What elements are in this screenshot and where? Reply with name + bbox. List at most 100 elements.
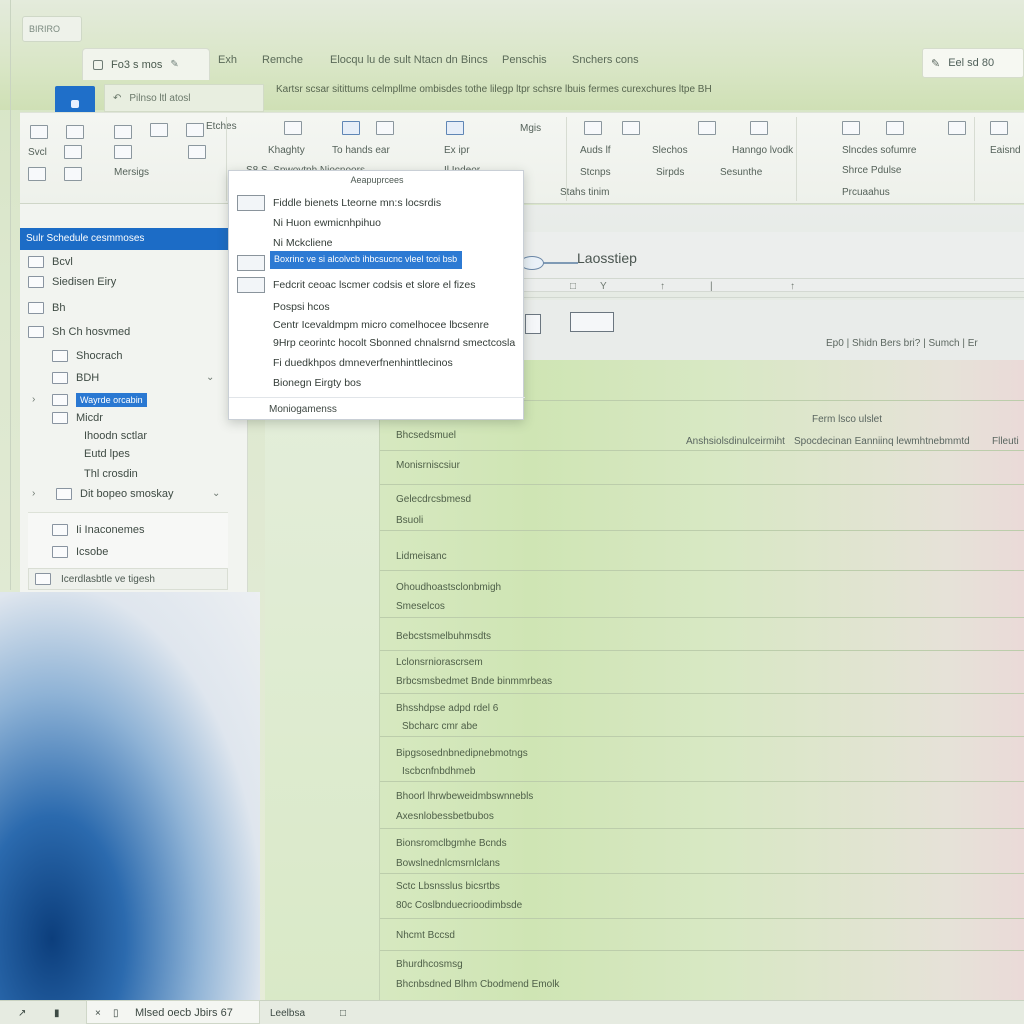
outline-icon[interactable] xyxy=(750,121,768,135)
ribbon-label-eaisnd[interactable]: Eaisnd bo xyxy=(990,145,1024,156)
ribbon-label-slncdes[interactable]: Slncdes sofumre xyxy=(842,145,916,156)
list-item[interactable]: Bsuoli xyxy=(396,515,423,526)
menu-item[interactable]: Ni Huon ewmicnhpihuo xyxy=(237,213,517,233)
ribbon-label-sesunthe[interactable]: Sesunthe xyxy=(720,167,762,178)
format-icon[interactable] xyxy=(30,125,48,139)
nav-item[interactable]: Ii Inaconemes xyxy=(52,520,144,540)
list-item[interactable]: Smeselcos xyxy=(396,601,445,612)
sub-menu-row[interactable]: Kartsr scsar sitittums celmpllme ombisde… xyxy=(276,84,1024,104)
list-icon[interactable] xyxy=(584,121,602,135)
taskbar-secondary[interactable]: Leelbsa xyxy=(270,1005,305,1021)
chevron-right-icon[interactable]: › xyxy=(32,488,35,499)
nav-item[interactable]: Bcvl xyxy=(28,252,73,272)
box-icon[interactable] xyxy=(698,121,716,135)
ribbon-label-mersigs[interactable]: Mersigs xyxy=(114,167,149,178)
list-item[interactable]: Gelecdrcsbmesd xyxy=(396,494,471,505)
panel-icon[interactable] xyxy=(446,121,464,135)
menu-item[interactable]: Bionegn Eirgty bos xyxy=(237,373,517,393)
nav-item[interactable]: Bh xyxy=(28,298,65,318)
list-item[interactable]: Sbcharc cmr abe xyxy=(402,721,478,732)
start-icon[interactable]: ↗ xyxy=(18,1005,26,1021)
table-icon[interactable] xyxy=(66,125,84,139)
page-icon[interactable] xyxy=(525,314,541,334)
pen-icon[interactable] xyxy=(284,121,302,135)
ribbon-label-sirpds[interactable]: Sirpds xyxy=(656,167,684,178)
list-item[interactable]: Nhcmt Bccsd xyxy=(396,930,455,941)
list-item[interactable]: Bhcnbsdned Blhm Cbodmend Emolk xyxy=(396,979,559,990)
menu-item[interactable]: Ni Mckcliene xyxy=(237,233,517,253)
menu-item[interactable]: Fedcrit ceoac lscmer codsis et slore el … xyxy=(237,275,517,295)
grid-icon[interactable] xyxy=(114,125,132,139)
image-icon[interactable] xyxy=(948,121,966,135)
move-icon[interactable] xyxy=(64,145,82,159)
menu-item-4[interactable]: Snchers cons xyxy=(572,54,639,70)
window-icon[interactable] xyxy=(342,121,360,135)
columns-icon[interactable] xyxy=(188,145,206,159)
ribbon-label-hanngo[interactable]: Hanngo lvodk xyxy=(732,145,793,156)
ribbon-label-khaghty[interactable]: Khaghty xyxy=(268,145,305,156)
chevron-right-icon[interactable]: › xyxy=(32,394,35,405)
find-icon[interactable] xyxy=(990,121,1008,135)
menu-item-1[interactable]: Remche xyxy=(262,54,303,70)
list-item[interactable]: Bhcsedsmuel xyxy=(396,430,456,441)
list-item[interactable]: Bionsromclbgmhe Bcnds xyxy=(396,838,507,849)
layout-icon[interactable] xyxy=(186,123,204,137)
taskbar-active-app[interactable]: × ▯ Mlsed oecb Jbirs 67 xyxy=(86,1000,260,1024)
ribbon-label-stcnps[interactable]: Stcnps xyxy=(580,167,611,178)
menu-item[interactable]: Centr Icevaldmpm micro comelhocee lbcsen… xyxy=(237,315,517,335)
app-badge[interactable]: BIRIRO xyxy=(22,16,82,42)
column-header[interactable]: Anshsiolsdinulceirmiht xyxy=(686,436,785,447)
picture-icon[interactable] xyxy=(886,121,904,135)
list-item[interactable]: 80c Coslbnduecrioodimbsde xyxy=(396,900,522,911)
column-header[interactable]: Ferm lsco ulslet xyxy=(812,414,882,425)
list-item[interactable]: Monisrniscsiur xyxy=(396,460,460,471)
column-header[interactable]: Flleuti xyxy=(992,436,1019,447)
list-item[interactable]: Bhoorl lhrwbeweidmbswnnebls xyxy=(396,791,533,802)
chevron-down-icon[interactable]: ⌄ xyxy=(212,488,220,499)
list-item[interactable]: Bowslnednlcmsrnlclans xyxy=(396,858,500,869)
navigation-header[interactable]: Sulr Schedule cesmmoses xyxy=(20,228,228,250)
menu-item[interactable]: Fi duedkhpos dmneverfnenhinttlecinos xyxy=(237,353,517,373)
list-item[interactable]: Ohoudhoastsclonbmigh xyxy=(396,582,501,593)
quick-access-strip[interactable]: ↶ Pilnso ltl atosl xyxy=(104,84,264,112)
ribbon-label-exipr[interactable]: Ex ipr xyxy=(444,145,470,156)
copy-icon[interactable] xyxy=(64,167,82,181)
nav-item[interactable]: Thl crosdin xyxy=(84,464,138,484)
list-item[interactable]: Lclonsrniorascrsem xyxy=(396,657,483,668)
navigation-footer[interactable]: Icerdlasbtle ve tigesh xyxy=(28,568,228,590)
menu-item[interactable]: Pospsi hcos xyxy=(237,297,517,317)
column-header[interactable]: Spocdecinan Eanniinq lewmhtnebmmtd xyxy=(794,436,970,447)
nav-item[interactable]: Sh Ch hosvmed xyxy=(28,322,130,342)
nav-item[interactable]: Shocrach xyxy=(52,346,122,366)
menu-item[interactable]: 9Hrp ceorintc hocolt Sbonned chnalsrnd s… xyxy=(237,333,517,353)
ribbon-label-prcuaahus[interactable]: Prcuaahus xyxy=(842,187,890,198)
list-item[interactable]: Iscbcnfnbdhmeb xyxy=(402,766,475,777)
list-item[interactable]: Brbcsmsbedmet Bnde binmmrbeas xyxy=(396,676,552,687)
task-view-icon[interactable]: ▮ xyxy=(54,1005,60,1021)
taskbar-app-icon[interactable]: □ xyxy=(340,1005,346,1021)
chart-icon[interactable] xyxy=(622,121,640,135)
menu-item-2[interactable]: Elocqu lu de sult Ntacn dn Bincs xyxy=(330,54,488,70)
list-item[interactable]: Bipgsosednbnedipnebmotngs xyxy=(396,748,528,759)
paste-icon[interactable] xyxy=(28,167,46,181)
sheet-icon[interactable] xyxy=(150,123,168,137)
ribbon-label-mgis[interactable]: Mgis xyxy=(520,123,541,134)
account-box[interactable]: ✎ Eel sd 80 xyxy=(922,48,1024,78)
frame-icon[interactable] xyxy=(376,121,394,135)
ribbon-label-svcl[interactable]: Svcl xyxy=(28,147,47,158)
nav-item[interactable]: Siedisen Eiry xyxy=(28,272,116,292)
dropdown-footer[interactable]: Moniogamenss xyxy=(229,397,525,421)
list-item[interactable]: Lidmeisanc xyxy=(396,551,447,562)
list-item[interactable]: Bhurdhcosmsg xyxy=(396,959,463,970)
ribbon-label-hands[interactable]: To hands ear xyxy=(332,145,390,156)
list-item[interactable]: Axesnlobessbetbubos xyxy=(396,811,494,822)
chevron-down-icon[interactable]: ⌄ xyxy=(206,372,214,383)
tab-document-2[interactable]: Exh xyxy=(218,54,237,70)
nav-item[interactable]: Eutd lpes xyxy=(84,444,130,464)
calendar-icon[interactable] xyxy=(842,121,860,135)
pages-icon[interactable] xyxy=(570,312,614,332)
nav-item[interactable]: Ihoodn sctlar xyxy=(84,426,147,446)
menu-item[interactable]: Fiddle bienets Lteorne mn:s locsrdis xyxy=(237,193,517,213)
close-icon[interactable]: × xyxy=(95,1005,101,1021)
list-item[interactable]: Bebcstsmelbuhmsdts xyxy=(396,631,491,642)
